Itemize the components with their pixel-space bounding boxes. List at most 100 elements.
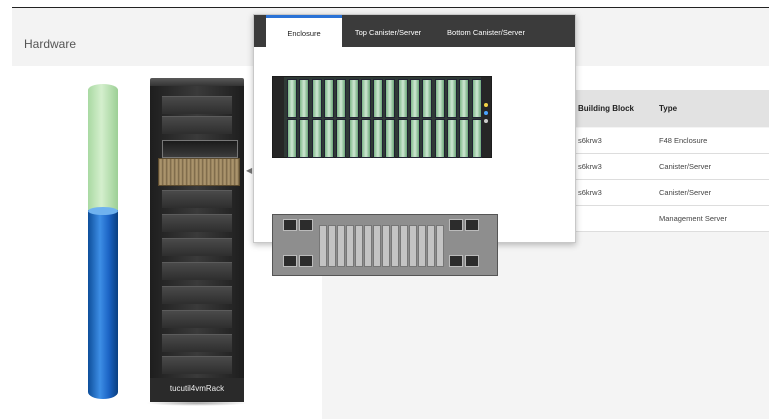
rack[interactable]: tucutil4vmRack [146, 78, 248, 406]
canister-slot [373, 225, 381, 267]
drive-bay [446, 79, 457, 118]
drive-bay [422, 119, 433, 158]
hardware-detail-popup: Enclosure Top Canister/Server Bottom Can… [253, 14, 576, 276]
drive-bay [397, 119, 408, 158]
canister-slot [364, 225, 372, 267]
drive-bay [360, 79, 371, 118]
table-header: Building Block Type [573, 90, 769, 127]
drive-bay [373, 119, 384, 158]
canister-slot [337, 225, 345, 267]
gauge-used-segment [88, 210, 118, 399]
rack-unit [162, 262, 232, 280]
cell-type: Canister/Server [659, 188, 712, 197]
canister-slot [391, 225, 399, 267]
server-front-panel [162, 140, 238, 158]
tab-bottom-canister-server[interactable]: Bottom Canister/Server [434, 15, 538, 47]
rack-unit [162, 286, 232, 304]
rack-unit [162, 334, 232, 352]
drive-bay [471, 119, 482, 158]
rack-unit [162, 190, 232, 208]
drive-bay [459, 79, 470, 118]
popup-tab-bar: Enclosure Top Canister/Server Bottom Can… [254, 15, 575, 47]
drive-bay [373, 79, 384, 118]
rack-unit [162, 310, 232, 328]
drive-bay [287, 79, 297, 118]
port-icon [465, 255, 479, 267]
port-icon [465, 219, 479, 231]
cell-type: Management Server [659, 214, 727, 223]
port-icon [299, 219, 313, 231]
drive-bay [410, 119, 420, 158]
drive-bay [410, 79, 420, 118]
drive-bay [422, 79, 433, 118]
server-mesh-panel [158, 158, 240, 186]
drive-bay [360, 119, 371, 158]
canister-slot [319, 225, 327, 267]
table-row[interactable]: Management Server [573, 206, 769, 232]
canister-slot [409, 225, 417, 267]
drive-bay [348, 119, 359, 158]
table-row[interactable]: s6krw3 Canister/Server [573, 154, 769, 180]
canister-slot [427, 225, 435, 267]
cell-building-block: s6krw3 [578, 188, 602, 197]
status-led-icon [484, 103, 488, 107]
canister-image [272, 214, 498, 276]
table-row[interactable]: s6krw3 F48 Enclosure [573, 128, 769, 154]
enclosure-handle [273, 77, 284, 157]
drive-bay [299, 119, 310, 158]
page-title: Hardware [24, 37, 77, 51]
drive-bay [287, 119, 297, 158]
rack-unit [162, 116, 232, 134]
rack-pointer-arrow-icon: ◀ [246, 166, 253, 175]
hardware-page: Hardware tucutil4vmRack ◀ Building Block… [0, 0, 769, 419]
port-icon [449, 219, 463, 231]
drive-bay [336, 79, 347, 118]
drive-bay [434, 79, 445, 118]
tab-enclosure[interactable]: Enclosure [266, 15, 342, 47]
rack-unit [162, 214, 232, 232]
drive-bay [385, 119, 396, 158]
drive-bay [336, 119, 347, 158]
cell-type: Canister/Server [659, 162, 712, 171]
drive-bay [311, 79, 322, 118]
column-header-type: Type [659, 104, 678, 113]
port-icon [299, 255, 313, 267]
status-led-icon [484, 111, 488, 115]
drive-bay [385, 79, 396, 118]
drive-bay [434, 119, 445, 158]
drive-bay [471, 79, 482, 118]
canister-slot [328, 225, 336, 267]
canister-slot [436, 225, 444, 267]
enclosure-side [481, 77, 491, 157]
capacity-gauge [88, 84, 118, 399]
cell-type: F48 Enclosure [659, 136, 708, 145]
popup-body [254, 47, 575, 276]
column-header-building-block: Building Block [578, 104, 634, 113]
gauge-free-segment [88, 84, 118, 214]
port-icon [449, 255, 463, 267]
rack-unit [162, 356, 232, 374]
tab-top-canister-server[interactable]: Top Canister/Server [346, 15, 430, 47]
port-icon [283, 219, 297, 231]
cell-building-block: s6krw3 [578, 162, 602, 171]
cell-building-block: s6krw3 [578, 136, 602, 145]
drive-bay [446, 119, 457, 158]
canister-slot [382, 225, 390, 267]
drive-bay [459, 119, 470, 158]
rack-label: tucutil4vmRack [169, 384, 225, 393]
gauge-used-cap [88, 207, 118, 215]
canister-slot [400, 225, 408, 267]
drive-bay [348, 79, 359, 118]
canister-slot [346, 225, 354, 267]
canister-slot [418, 225, 426, 267]
canister-slot [355, 225, 363, 267]
port-icon [283, 255, 297, 267]
drive-bay [323, 79, 334, 118]
table-row[interactable]: s6krw3 Canister/Server [573, 180, 769, 206]
drive-bay [323, 119, 334, 158]
rack-shadow [146, 400, 248, 406]
rack-unit [162, 238, 232, 256]
drive-bay [299, 79, 310, 118]
rack-server-selected[interactable] [158, 140, 240, 186]
enclosure-image [272, 76, 492, 158]
